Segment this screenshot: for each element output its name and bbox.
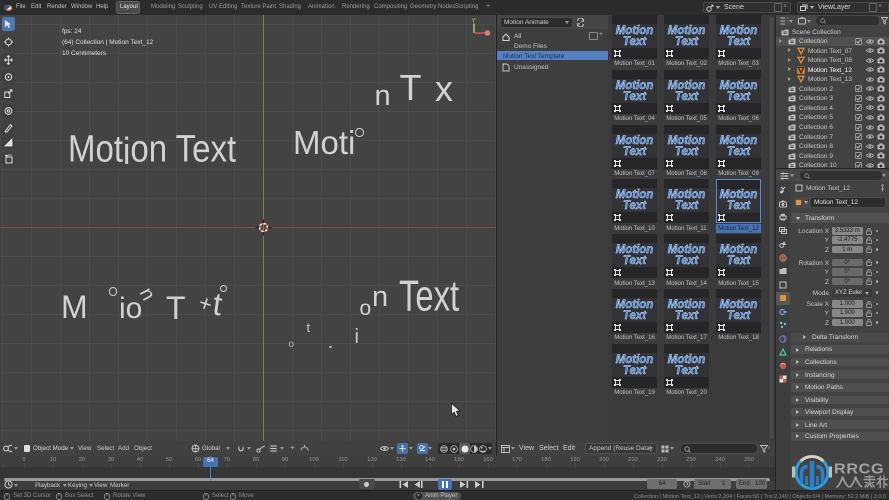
svg-text:Y: Y [472, 18, 477, 25]
svg-text:RRCG: RRCG [834, 461, 884, 477]
